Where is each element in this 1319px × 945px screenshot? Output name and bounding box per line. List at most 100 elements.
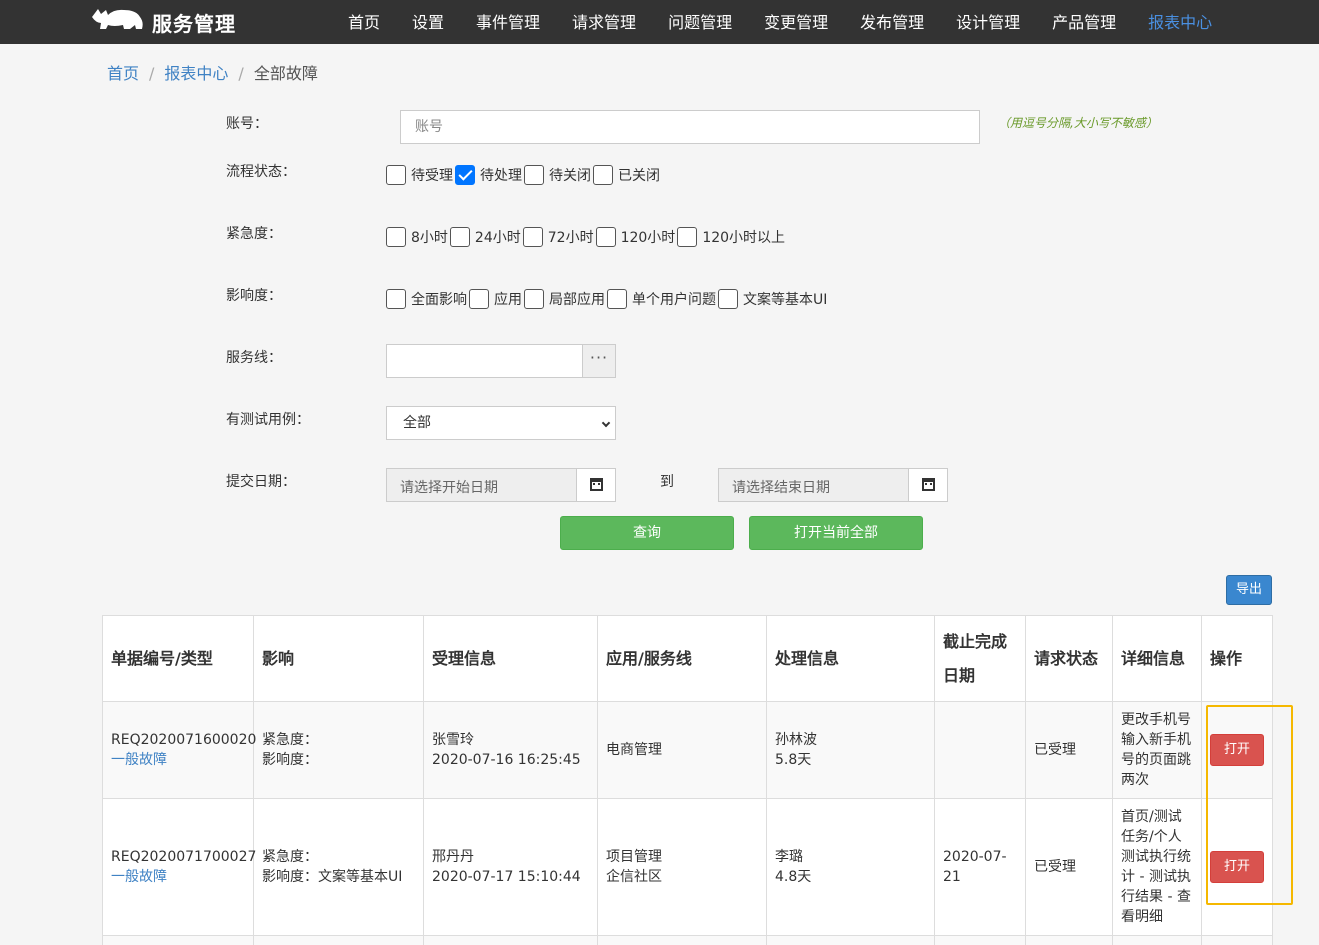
app-name: 电商管理 [606, 742, 662, 758]
cell-app-service-line: 项目管理 企信社区 [597, 798, 767, 936]
urgency-checkbox-8h[interactable] [386, 227, 406, 247]
flow-status-checkbox-pending-accept[interactable] [386, 165, 406, 185]
start-date-picker-button[interactable] [576, 469, 615, 501]
col-header-deadline: 截止完成日期 [934, 615, 1026, 702]
breadcrumb: 首页 / 报表中心 / 全部故障 [107, 60, 318, 84]
open-all-button[interactable]: 打开当前全部 [749, 516, 923, 550]
query-button[interactable]: 查询 [560, 516, 734, 550]
flow-status-checkbox-closed[interactable] [593, 165, 613, 185]
breadcrumb-current: 全部故障 [253, 64, 318, 83]
urgency-option-label: 72小时 [547, 230, 594, 246]
open-button[interactable]: 打开 [1210, 851, 1264, 883]
flow-status-option-label: 已关闭 [618, 168, 660, 184]
cell-action: 打开 [1201, 701, 1273, 799]
main-nav: 首页 设置 事件管理 请求管理 问题管理 变更管理 发布管理 设计管理 产品管理… [332, 0, 1228, 44]
table-row: REQ2020071600020 一般故障 紧急度： 影响度： 张雪玲 2020… [102, 701, 1273, 799]
account-label: 账号： [226, 116, 268, 132]
impact-checkbox-single-user[interactable] [607, 289, 627, 309]
impact-label: 影响度： [226, 288, 282, 304]
cell-deadline: 2020-07-21 [934, 798, 1026, 936]
calendar-icon [922, 478, 935, 491]
cell-handle-info: 李璐 4.8天 [766, 798, 935, 936]
brand-title: 服务管理 [152, 11, 236, 36]
calendar-icon [590, 478, 603, 491]
open-button[interactable]: 打开 [1210, 734, 1264, 766]
cell-impact: 紧急度： 影响度：文案等基本UI [253, 798, 424, 936]
has-test-case-select[interactable]: 全部 [386, 406, 616, 440]
impact-checkbox-basic-ui[interactable] [718, 289, 738, 309]
service-line-name: 企信社区 [606, 869, 662, 885]
accept-time: 2020-07-16 16:25:45 [432, 752, 581, 768]
ticket-type-link[interactable]: 一般故障 [111, 869, 167, 885]
impact-checkbox-partial-app[interactable] [524, 289, 544, 309]
urgency-checkbox-72h[interactable] [522, 227, 543, 247]
results-table: 单据编号/类型 影响 受理信息 应用/服务线 处理信息 截止完成日期 请求状态 … [102, 615, 1273, 945]
start-date-input[interactable]: 请选择开始日期 [386, 468, 616, 502]
service-line-picker-button[interactable]: ··· [582, 345, 615, 377]
cell-deadline [934, 701, 1026, 799]
impact-value: 影响度：文案等基本UI [262, 869, 403, 885]
cell-impact: 紧急度： 影响度： [253, 701, 424, 799]
urgency-option-label: 120小时以上 [702, 230, 786, 246]
cell-id-type: REQ2020071700027 一般故障 [102, 798, 256, 936]
flow-status-checkbox-pending-close[interactable] [524, 165, 544, 185]
export-button[interactable]: 导出 [1226, 575, 1272, 605]
breadcrumb-reports[interactable]: 报表中心 [164, 64, 228, 83]
urgency-checkbox-120h[interactable] [595, 227, 616, 247]
nav-item-request[interactable]: 请求管理 [556, 0, 652, 44]
nav-item-home[interactable]: 首页 [332, 0, 396, 44]
urgency-checkbox-24h[interactable] [449, 227, 470, 247]
nav-item-release[interactable]: 发布管理 [844, 0, 940, 44]
col-header-impact: 影响 [253, 615, 424, 702]
impact-checkbox-full[interactable] [386, 289, 406, 309]
impact-option-label: 局部应用 [549, 292, 605, 308]
top-navbar: 服务管理 首页 设置 事件管理 请求管理 问题管理 变更管理 发布管理 设计管理… [0, 0, 1319, 44]
start-date-placeholder: 请选择开始日期 [400, 480, 498, 496]
breadcrumb-home[interactable]: 首页 [107, 64, 139, 83]
table-row [102, 935, 1273, 945]
nav-item-product[interactable]: 产品管理 [1036, 0, 1132, 44]
accept-time: 2020-07-17 15:10:44 [432, 869, 581, 885]
flow-status-options: 待受理 待处理 待关闭 已关闭 [386, 164, 662, 186]
col-header-request-status: 请求状态 [1025, 615, 1113, 702]
urgency-option-label: 120小时 [620, 230, 676, 246]
nav-item-change[interactable]: 变更管理 [748, 0, 844, 44]
urgency-options: 8小时 24小时 72小时 120小时 120小时以上 [386, 226, 787, 248]
account-input[interactable] [400, 110, 980, 144]
impact-option-label: 应用 [494, 292, 522, 308]
account-hint: （用逗号分隔,大小写不敏感） [998, 116, 1158, 130]
urgency-value: 紧急度： [262, 732, 318, 748]
col-header-handle-info: 处理信息 [766, 615, 935, 702]
cell-detail: 更改手机号输入新手机号的页面跳两次 [1112, 701, 1202, 799]
cell-request-status: 已受理 [1025, 701, 1113, 799]
brand[interactable]: 服务管理 [90, 4, 236, 40]
end-date-placeholder: 请选择结束日期 [732, 480, 830, 496]
nav-item-incident[interactable]: 事件管理 [460, 0, 556, 44]
nav-item-settings[interactable]: 设置 [396, 0, 460, 44]
cell-app-service-line: 电商管理 [597, 701, 767, 799]
service-line-field[interactable]: ··· [386, 344, 616, 378]
impact-options: 全面影响 应用 局部应用 单个用户问题 文案等基本UI [386, 288, 829, 310]
table-row: REQ2020071700027 一般故障 紧急度： 影响度：文案等基本UI 邢… [102, 798, 1273, 936]
cell-action: 打开 [1201, 798, 1273, 936]
flow-status-option-label: 待处理 [480, 168, 522, 184]
submit-date-label: 提交日期： [226, 474, 296, 490]
flow-status-checkbox-pending-process[interactable] [455, 165, 475, 185]
accept-name: 邢丹丹 [432, 849, 474, 865]
ticket-type-link[interactable]: 一般故障 [111, 752, 167, 768]
urgency-checkbox-over-120h[interactable] [677, 227, 698, 247]
handle-duration: 4.8天 [775, 869, 812, 885]
end-date-picker-button[interactable] [908, 469, 947, 501]
handle-duration: 5.8天 [775, 752, 812, 768]
impact-checkbox-app[interactable] [469, 289, 489, 309]
cell-request-status: 已受理 [1025, 798, 1113, 936]
urgency-value: 紧急度： [262, 849, 318, 865]
nav-item-reports[interactable]: 报表中心 [1132, 0, 1228, 44]
nav-item-design[interactable]: 设计管理 [940, 0, 1036, 44]
chevron-down-icon [601, 418, 611, 428]
col-header-detail: 详细信息 [1112, 615, 1202, 702]
cell-handle-info: 孙林波 5.8天 [766, 701, 935, 799]
ticket-id: REQ2020071600020 [111, 732, 257, 748]
end-date-input[interactable]: 请选择结束日期 [718, 468, 948, 502]
nav-item-problem[interactable]: 问题管理 [652, 0, 748, 44]
